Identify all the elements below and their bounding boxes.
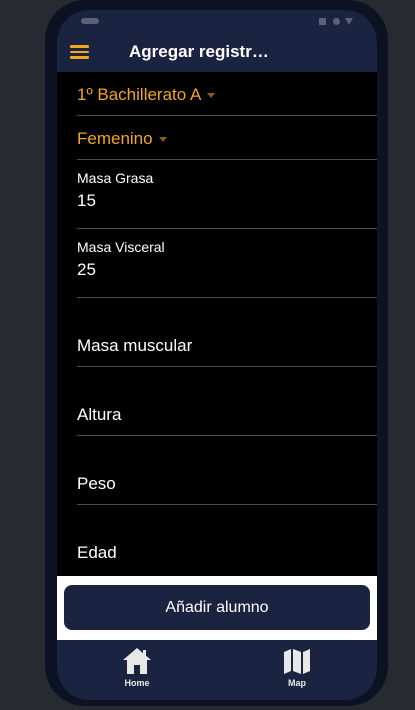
nav-label-home: Home — [124, 678, 150, 688]
masa-grasa-field[interactable]: Masa Grasa 15 — [77, 160, 377, 229]
nav-item-home[interactable]: Home — [102, 646, 172, 688]
peso-field[interactable]: Peso — [77, 436, 377, 505]
field-label: Altura — [77, 405, 122, 424]
status-dot-icon — [333, 18, 340, 25]
dropdown-caret-icon — [207, 93, 216, 99]
app-screen: Agregar registr… 1º Bachillerato A Femen… — [57, 10, 377, 700]
status-signal-icon — [345, 18, 353, 25]
field-label: Masa muscular — [77, 336, 193, 355]
field-label: Edad — [77, 543, 117, 562]
status-bar — [57, 10, 377, 32]
field-value[interactable]: 15 — [77, 191, 96, 211]
masa-muscular-field[interactable]: Masa muscular — [77, 298, 377, 367]
group-select[interactable]: 1º Bachillerato A — [77, 72, 377, 116]
field-label: Masa Grasa — [77, 170, 154, 186]
bottom-navigation: Home Map — [57, 640, 377, 700]
status-pill-icon — [81, 18, 99, 24]
page-title: Agregar registr… — [129, 42, 269, 61]
hamburger-menu-icon[interactable] — [70, 45, 89, 59]
add-student-button[interactable]: Añadir alumno — [64, 585, 370, 630]
group-select-value-wrap: 1º Bachillerato A — [77, 85, 216, 105]
gender-select[interactable]: Femenino — [77, 116, 377, 160]
map-icon — [284, 649, 310, 674]
gender-select-value: Femenino — [77, 129, 153, 148]
status-square-icon — [319, 18, 326, 25]
home-icon — [123, 648, 151, 674]
field-label: Masa Visceral — [77, 239, 165, 255]
field-value[interactable]: 25 — [77, 260, 96, 280]
altura-field[interactable]: Altura — [77, 367, 377, 436]
nav-item-map[interactable]: Map — [262, 646, 332, 688]
field-label: Peso — [77, 474, 116, 493]
masa-visceral-field[interactable]: Masa Visceral 25 — [77, 229, 377, 298]
gender-select-value-wrap: Femenino — [77, 129, 167, 149]
nav-label-map: Map — [288, 678, 306, 688]
edad-field[interactable]: Edad — [77, 505, 377, 573]
app-bar: Agregar registr… — [57, 32, 377, 72]
dropdown-caret-icon — [158, 137, 167, 143]
button-area: Añadir alumno — [57, 576, 377, 640]
group-select-value: 1º Bachillerato A — [77, 85, 202, 104]
